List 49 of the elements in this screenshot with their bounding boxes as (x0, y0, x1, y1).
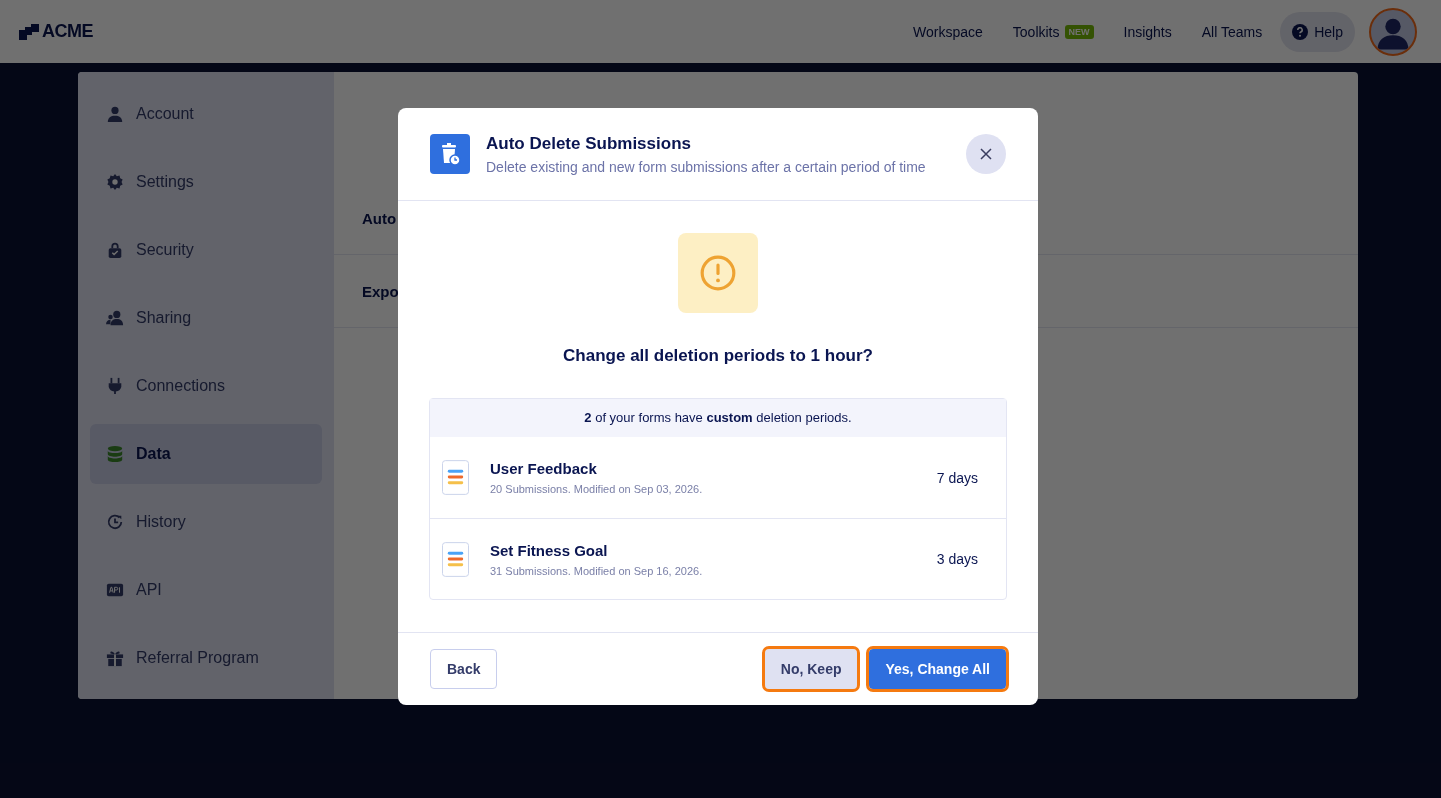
nav-link[interactable]: Insights (1123, 23, 1172, 40)
logo-icon (19, 23, 39, 40)
help-icon (1292, 23, 1309, 40)
avatar[interactable] (1369, 7, 1417, 56)
dialog-subtitle: Delete existing and new form submissions after a certain period of time (486, 158, 927, 175)
deletion-period: 7 days (936, 469, 978, 486)
history-icon (106, 513, 124, 531)
lock-icon (106, 241, 124, 259)
summary-text: 2 of your forms have custom deletion periods. (430, 399, 1006, 437)
settings-icon (106, 173, 124, 191)
form-name: User Feedback (490, 460, 598, 477)
setting-label: Auto (362, 209, 397, 227)
form-name: Set Fitness Goal (490, 541, 609, 559)
setting-label: Expo (362, 282, 399, 300)
nav-link[interactable]: All Teams (1201, 23, 1263, 40)
gift-icon (106, 649, 124, 667)
nav-link[interactable]: Workspace (913, 23, 983, 40)
sidebar-item[interactable]: Sharing (90, 288, 322, 348)
sidebar-item[interactable]: Connections (90, 356, 322, 416)
dialog-title: Auto Delete Submissions (486, 133, 692, 154)
warning-icon (699, 254, 737, 292)
nav-link[interactable]: Toolkits NEW (1012, 23, 1094, 40)
close-icon (980, 148, 992, 160)
dialog-button[interactable]: No, Keep (764, 649, 858, 689)
dialog-question: Change all deletion periods to 1 hour? (563, 346, 873, 366)
deletion-period: 3 days (936, 551, 978, 567)
sidebar-item[interactable]: Account (90, 84, 322, 144)
sidebar-item[interactable]: API (90, 560, 322, 620)
trash-clock-icon (430, 134, 470, 174)
sidebar-item[interactable]: Data (90, 424, 322, 484)
sidebar-item[interactable]: Referral Program (90, 628, 322, 688)
database-icon (106, 445, 124, 463)
people-icon (106, 309, 124, 327)
form-icon (442, 460, 469, 495)
logo-text: ACME (42, 21, 93, 42)
close-button[interactable] (966, 134, 1006, 174)
person-icon (106, 105, 124, 123)
api-icon (106, 581, 124, 599)
form-icon (442, 541, 469, 577)
sidebar-item[interactable]: Settings (90, 152, 322, 212)
new-badge: NEW (1064, 24, 1094, 39)
help-button[interactable]: Help (1280, 11, 1355, 52)
sidebar-item[interactable]: Security (90, 220, 322, 280)
plug-icon (106, 377, 124, 395)
form-meta: 20 Submissions. Modified on Sep 03, 2026. (490, 483, 704, 495)
dialog-button[interactable]: Yes, Change All (869, 649, 1006, 689)
form-meta: 31 Submissions. Modified on Sep 16, 2026. (490, 564, 704, 577)
dialog-button[interactable]: Back (430, 649, 498, 689)
sidebar-item[interactable]: History (90, 492, 322, 552)
